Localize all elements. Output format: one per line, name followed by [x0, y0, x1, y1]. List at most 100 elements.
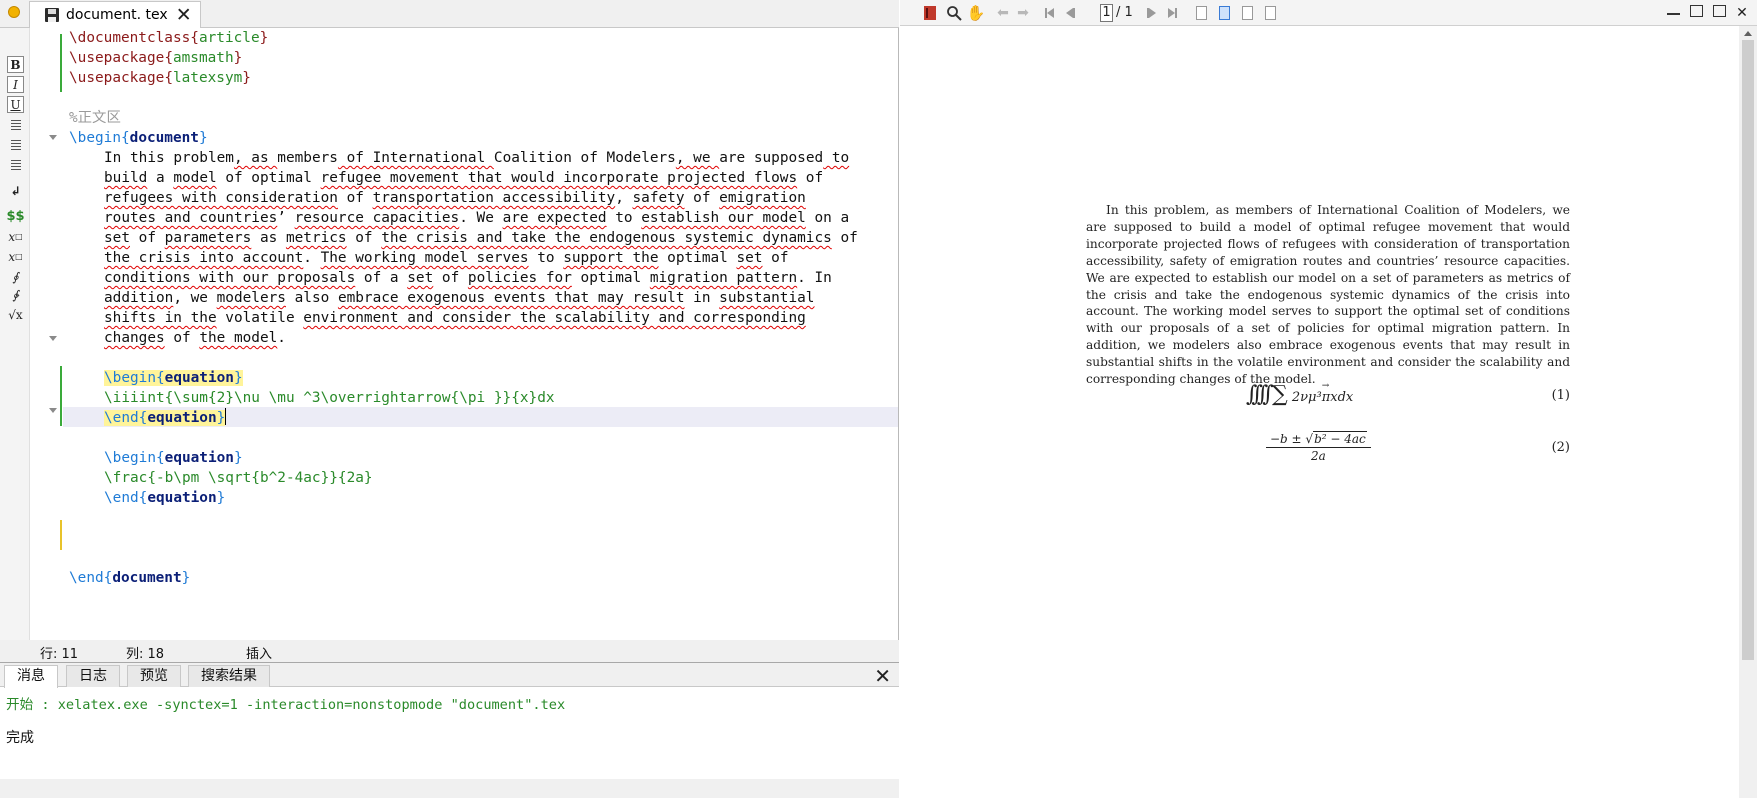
- fraction-icon[interactable]: ∮: [7, 268, 24, 285]
- first-page-icon[interactable]: [1041, 4, 1057, 22]
- format-toolbar: B I U ↲ $$ x □ x □ ∮ ∲ √x: [0, 28, 30, 640]
- bold-icon[interactable]: B: [7, 56, 24, 73]
- code-token: \begin: [104, 450, 156, 466]
- scroll-up-icon[interactable]: [1744, 31, 1752, 36]
- spellcheck-word: establish our model: [641, 210, 806, 226]
- dfrac-icon[interactable]: ∲: [7, 286, 24, 303]
- message-panel: 消息 日志 预览 搜索结果 ✕ 开始 : xelatex.exe -syncte…: [0, 662, 899, 798]
- fold-icon[interactable]: [49, 408, 57, 413]
- superscript-icon[interactable]: x □: [7, 248, 24, 265]
- plain-text: Coalition of Modelers: [493, 150, 676, 166]
- page-number-input[interactable]: 1: [1100, 4, 1113, 22]
- code-line: shifts in the volatile environment and c…: [104, 308, 806, 328]
- equation-pi: π: [1321, 390, 1331, 405]
- spellcheck-word: modelers: [216, 290, 286, 306]
- close-panel-icon[interactable]: ✕: [874, 664, 891, 688]
- code-line: the crisis into account. The working mod…: [104, 248, 789, 268]
- code-token: equation: [164, 450, 234, 466]
- fold-icon[interactable]: [49, 135, 57, 140]
- back-icon[interactable]: ⬅: [995, 4, 1011, 22]
- align-left-icon[interactable]: [7, 116, 24, 133]
- math-mode-icon[interactable]: $$: [6, 208, 24, 225]
- pdf-page[interactable]: In this problem, as members of Internati…: [900, 26, 1739, 798]
- spellcheck-word: substantial: [719, 290, 815, 306]
- status-bar: 行: 11 列: 18 插入: [0, 640, 899, 662]
- pdf-equation-1: ∫∫∫∫ ∑ 2νμ³ → πxdx (1): [1086, 381, 1570, 412]
- fit-page-icon[interactable]: [1262, 4, 1278, 22]
- plain-text: of: [130, 230, 165, 246]
- code-token: \documentclass: [69, 30, 191, 46]
- subscript-icon[interactable]: x □: [7, 228, 24, 245]
- code-line: conditions with our proposals of a set o…: [104, 268, 832, 288]
- spellcheck-word: model: [173, 170, 217, 186]
- tab-preview[interactable]: 预览: [127, 665, 181, 687]
- code-token: }: [216, 410, 226, 426]
- spellcheck-word: emigration: [719, 190, 806, 206]
- panel-scrollbar[interactable]: [0, 779, 899, 798]
- sqrt-icon[interactable]: √x: [7, 306, 24, 323]
- change-marker: [60, 366, 62, 426]
- code-token: equation: [147, 410, 217, 426]
- last-page-icon[interactable]: [1164, 4, 1180, 22]
- close-tab-icon[interactable]: ✕: [176, 5, 192, 25]
- single-page-icon[interactable]: [1193, 4, 1209, 22]
- code-token: latexsym: [172, 70, 243, 86]
- spellcheck-word: , we: [675, 150, 720, 166]
- floppy-disk-icon: [45, 8, 59, 22]
- plain-text: on a: [805, 210, 850, 226]
- spellcheck-word: policies for: [467, 270, 572, 286]
- pdf-scrollbar[interactable]: [1739, 26, 1757, 798]
- pin-icon[interactable]: [8, 6, 20, 18]
- continuous-page-icon[interactable]: [1216, 4, 1232, 22]
- code-line: set of parameters as metrics of the cris…: [104, 228, 858, 248]
- maximize-icon[interactable]: [1713, 5, 1726, 17]
- code-editor[interactable]: \documentclass{article} \usepackage{amsm…: [63, 28, 898, 640]
- spellcheck-word: support the: [563, 250, 659, 266]
- double-page-icon[interactable]: [1239, 4, 1255, 22]
- code-line: \usepackage{amsmath}: [69, 48, 242, 68]
- forward-icon[interactable]: ➡: [1015, 4, 1031, 22]
- plain-text: volatile: [216, 310, 304, 326]
- equation-tail: xdx: [1330, 390, 1354, 405]
- plain-text: of: [684, 190, 720, 206]
- plain-text: . In: [797, 270, 832, 286]
- tab-document[interactable]: document. tex ✕: [29, 1, 201, 28]
- spellcheck-word: the crisis and take the endogenous syste…: [381, 230, 832, 246]
- restore-icon[interactable]: [1690, 5, 1703, 17]
- plain-text: a: [147, 170, 174, 186]
- spellcheck-word: set: [736, 250, 763, 266]
- pdf-book-icon[interactable]: [922, 4, 938, 22]
- spellcheck-word: refugee movement that would incorporate …: [320, 170, 798, 186]
- plain-text: are supposed: [719, 150, 824, 166]
- plain-text: optimal: [571, 270, 650, 286]
- fraction-denominator: 2a: [1310, 449, 1326, 463]
- hand-icon[interactable]: ✋: [967, 4, 986, 22]
- fold-icon[interactable]: [49, 336, 57, 341]
- align-center-icon[interactable]: [7, 136, 24, 153]
- pdf-scroll-thumb[interactable]: [1742, 40, 1754, 660]
- close-window-icon[interactable]: ✕: [1734, 4, 1750, 22]
- plain-text: of: [797, 170, 824, 186]
- plain-text: of optimal: [216, 170, 321, 186]
- underline-icon[interactable]: U: [7, 96, 24, 113]
- align-right-icon[interactable]: [7, 156, 24, 173]
- italic-icon[interactable]: I: [7, 76, 24, 93]
- plain-text: of: [433, 270, 468, 286]
- code-token: {: [164, 50, 173, 66]
- minimize-icon[interactable]: [1667, 5, 1680, 15]
- tab-search-results[interactable]: 搜索结果: [188, 665, 270, 687]
- code-token: \begin: [69, 130, 121, 146]
- newline-icon[interactable]: ↲: [7, 182, 24, 199]
- spellcheck-word: to: [823, 150, 850, 166]
- app-window: document. tex ✕ B I U ↲ $$ x □ x □ ∮ ∲ √x: [0, 0, 1757, 798]
- next-page-icon[interactable]: [1143, 4, 1159, 22]
- spellcheck-word: environment and consider the scalability…: [303, 310, 806, 326]
- code-line: \begin{equation}: [104, 448, 243, 468]
- spellcheck-word: set: [104, 230, 130, 246]
- plain-text: in: [684, 290, 720, 306]
- tab-log[interactable]: 日志: [66, 665, 120, 687]
- zoom-icon[interactable]: [945, 4, 963, 22]
- tab-messages[interactable]: 消息: [4, 665, 58, 688]
- prev-page-icon[interactable]: [1062, 4, 1078, 22]
- code-token: \end: [69, 570, 104, 586]
